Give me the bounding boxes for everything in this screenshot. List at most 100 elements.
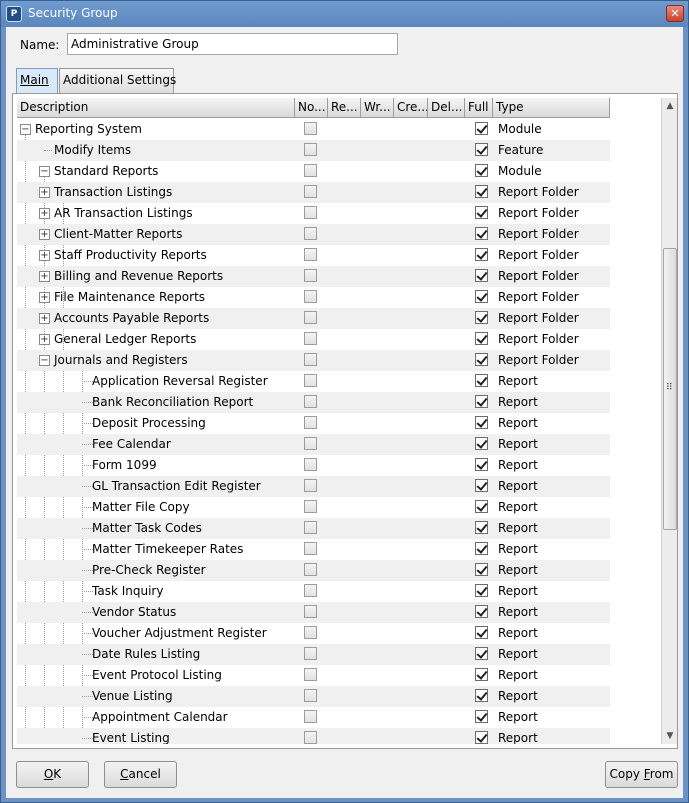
full-checkbox[interactable] bbox=[475, 563, 488, 576]
permission-row[interactable]: Fee Calendar Report bbox=[17, 434, 610, 455]
none-checkbox[interactable] bbox=[304, 563, 317, 576]
none-checkbox[interactable] bbox=[304, 416, 317, 429]
permission-row[interactable]: + General Ledger Reports Report Folder bbox=[17, 329, 610, 350]
none-checkbox[interactable] bbox=[304, 374, 317, 387]
none-checkbox[interactable] bbox=[304, 689, 317, 702]
permission-row[interactable]: + File Maintenance Reports Report Folder bbox=[17, 287, 610, 308]
full-checkbox[interactable] bbox=[475, 605, 488, 618]
none-checkbox[interactable] bbox=[304, 227, 317, 240]
column-header-description[interactable]: Description bbox=[17, 98, 295, 118]
scrollbar-thumb[interactable]: ⠿ bbox=[663, 248, 677, 530]
none-checkbox[interactable] bbox=[304, 269, 317, 282]
scroll-down-button[interactable]: ▼ bbox=[663, 728, 677, 744]
none-checkbox[interactable] bbox=[304, 206, 317, 219]
full-checkbox[interactable] bbox=[475, 584, 488, 597]
permission-row[interactable]: − Reporting System Module bbox=[17, 119, 610, 140]
title-bar[interactable]: P Security Group ✕ bbox=[1, 1, 688, 27]
full-checkbox[interactable] bbox=[475, 332, 488, 345]
permission-row[interactable]: Bank Reconciliation Report Report bbox=[17, 392, 610, 413]
permission-row[interactable]: − Journals and Registers Report Folder bbox=[17, 350, 610, 371]
permission-row[interactable]: + Transaction Listings Report Folder bbox=[17, 182, 610, 203]
none-checkbox[interactable] bbox=[304, 584, 317, 597]
column-header-delete[interactable]: Del... bbox=[428, 98, 465, 118]
none-checkbox[interactable] bbox=[304, 542, 317, 555]
expand-icon[interactable]: + bbox=[39, 250, 50, 261]
full-checkbox[interactable] bbox=[475, 626, 488, 639]
expand-icon[interactable]: + bbox=[39, 229, 50, 240]
full-checkbox[interactable] bbox=[475, 311, 488, 324]
none-checkbox[interactable] bbox=[304, 710, 317, 723]
close-button[interactable]: ✕ bbox=[666, 5, 684, 22]
none-checkbox[interactable] bbox=[304, 731, 317, 744]
none-checkbox[interactable] bbox=[304, 395, 317, 408]
expand-icon[interactable]: + bbox=[39, 208, 50, 219]
expand-icon[interactable]: + bbox=[39, 187, 50, 198]
collapse-icon[interactable]: − bbox=[39, 166, 50, 177]
none-checkbox[interactable] bbox=[304, 605, 317, 618]
permission-row[interactable]: + AR Transaction Listings Report Folder bbox=[17, 203, 610, 224]
none-checkbox[interactable] bbox=[304, 479, 317, 492]
column-header-full[interactable]: Full bbox=[465, 98, 493, 118]
full-checkbox[interactable] bbox=[475, 458, 488, 471]
permission-row[interactable]: Venue Listing Report bbox=[17, 686, 610, 707]
full-checkbox[interactable] bbox=[475, 353, 488, 366]
full-checkbox[interactable] bbox=[475, 227, 488, 240]
full-checkbox[interactable] bbox=[475, 668, 488, 681]
column-header-read[interactable]: Re... bbox=[328, 98, 361, 118]
none-checkbox[interactable] bbox=[304, 248, 317, 261]
full-checkbox[interactable] bbox=[475, 143, 488, 156]
permission-row[interactable]: Matter File Copy Report bbox=[17, 497, 610, 518]
cancel-button[interactable]: Cancel bbox=[104, 761, 177, 788]
none-checkbox[interactable] bbox=[304, 521, 317, 534]
full-checkbox[interactable] bbox=[475, 374, 488, 387]
none-checkbox[interactable] bbox=[304, 668, 317, 681]
none-checkbox[interactable] bbox=[304, 500, 317, 513]
full-checkbox[interactable] bbox=[475, 731, 488, 744]
full-checkbox[interactable] bbox=[475, 164, 488, 177]
permission-row[interactable]: Voucher Adjustment Register Report bbox=[17, 623, 610, 644]
none-checkbox[interactable] bbox=[304, 458, 317, 471]
collapse-icon[interactable]: − bbox=[39, 355, 50, 366]
none-checkbox[interactable] bbox=[304, 122, 317, 135]
column-header-none[interactable]: No... bbox=[295, 98, 328, 118]
none-checkbox[interactable] bbox=[304, 647, 317, 660]
permission-row[interactable]: Pre-Check Register Report bbox=[17, 560, 610, 581]
permission-row[interactable]: − Standard Reports Module bbox=[17, 161, 610, 182]
none-checkbox[interactable] bbox=[304, 143, 317, 156]
permission-row[interactable]: Form 1099 Report bbox=[17, 455, 610, 476]
full-checkbox[interactable] bbox=[475, 416, 488, 429]
permission-row[interactable]: GL Transaction Edit Register Report bbox=[17, 476, 610, 497]
permission-row[interactable]: Event Protocol Listing Report bbox=[17, 665, 610, 686]
none-checkbox[interactable] bbox=[304, 332, 317, 345]
column-header-create[interactable]: Cre... bbox=[394, 98, 428, 118]
full-checkbox[interactable] bbox=[475, 647, 488, 660]
full-checkbox[interactable] bbox=[475, 542, 488, 555]
permission-row[interactable]: Vendor Status Report bbox=[17, 602, 610, 623]
full-checkbox[interactable] bbox=[475, 521, 488, 534]
ok-button[interactable]: OK bbox=[16, 761, 89, 788]
permission-row[interactable]: Matter Task Codes Report bbox=[17, 518, 610, 539]
full-checkbox[interactable] bbox=[475, 479, 488, 492]
full-checkbox[interactable] bbox=[475, 437, 488, 450]
full-checkbox[interactable] bbox=[475, 269, 488, 282]
permission-row[interactable]: Date Rules Listing Report bbox=[17, 644, 610, 665]
none-checkbox[interactable] bbox=[304, 185, 317, 198]
none-checkbox[interactable] bbox=[304, 353, 317, 366]
permission-row[interactable]: Event Listing Report bbox=[17, 728, 610, 744]
full-checkbox[interactable] bbox=[475, 290, 488, 303]
tab-main[interactable]: Main bbox=[16, 68, 58, 93]
column-header-type[interactable]: Type bbox=[493, 98, 610, 118]
permission-row[interactable]: Deposit Processing Report bbox=[17, 413, 610, 434]
permission-row[interactable]: + Staff Productivity Reports Report Folder bbox=[17, 245, 610, 266]
tab-additional-settings[interactable]: Additional Settings bbox=[59, 68, 176, 93]
column-header-write[interactable]: Wr... bbox=[361, 98, 394, 118]
none-checkbox[interactable] bbox=[304, 311, 317, 324]
expand-icon[interactable]: + bbox=[39, 334, 50, 345]
permission-row[interactable]: + Client-Matter Reports Report Folder bbox=[17, 224, 610, 245]
full-checkbox[interactable] bbox=[475, 500, 488, 513]
copy-from-button[interactable]: Copy From bbox=[605, 761, 678, 788]
permission-row[interactable]: + Billing and Revenue Reports Report Folde… bbox=[17, 266, 610, 287]
none-checkbox[interactable] bbox=[304, 164, 317, 177]
scroll-up-button[interactable]: ▲ bbox=[663, 98, 677, 114]
vertical-scrollbar[interactable]: ▲ ⠿ ▼ bbox=[661, 98, 677, 744]
